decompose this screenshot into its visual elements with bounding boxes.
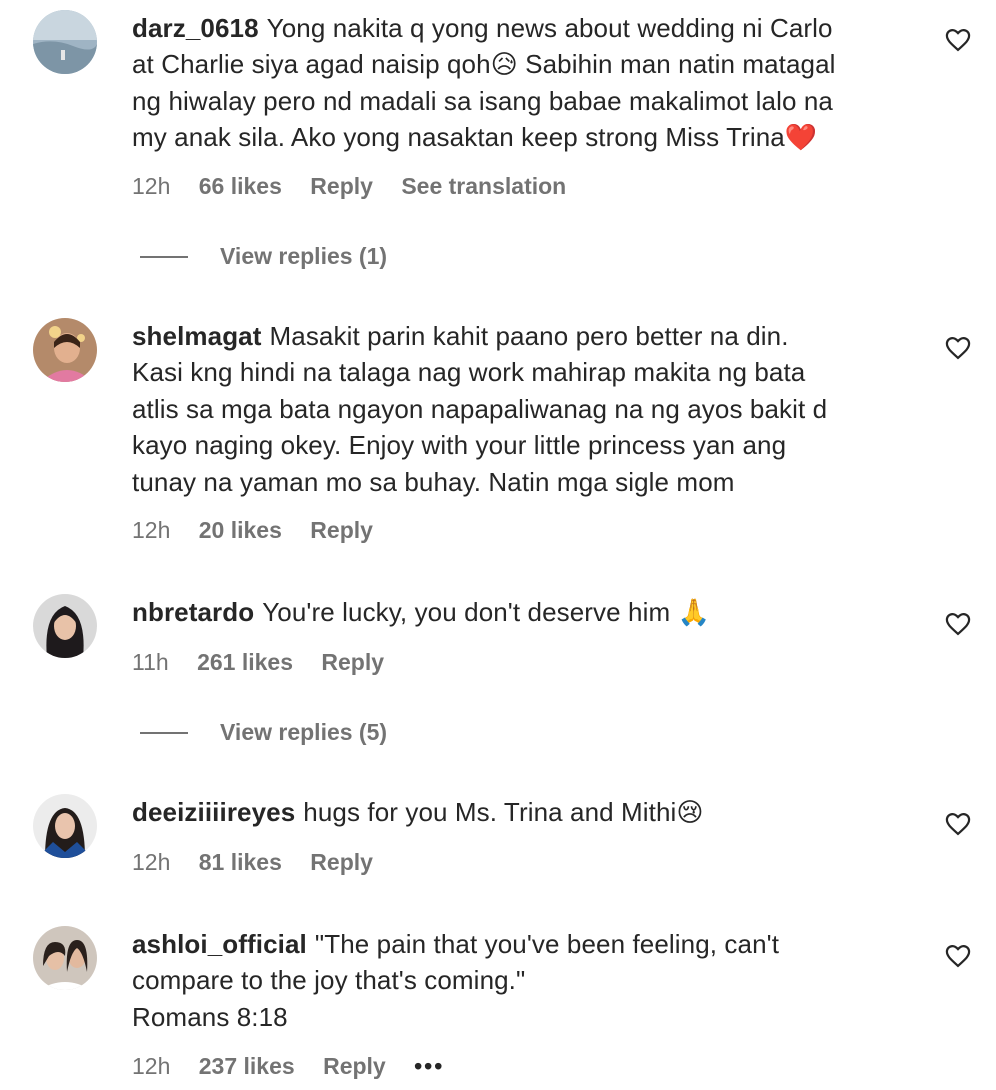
avatar[interactable] [33,926,97,990]
comment-time: 12h [132,517,171,543]
comment-username[interactable]: shelmagat [132,321,262,351]
avatar[interactable] [33,794,97,858]
comment-line: "The pain that you've been feeling, can'… [314,929,780,959]
comment-line: my anak sila. Ako yong nasaktan keep str… [132,122,818,153]
view-replies-label: View replies (1) [220,243,388,269]
heart-outline-icon[interactable] [944,942,972,970]
comment-meta: 12h 66 likes Reply See translation [132,171,588,201]
see-translation-button[interactable]: See translation [401,173,566,199]
comment-text: deeiziiiireyes hugs for you Ms. Trina and… [132,794,922,830]
comment-meta: 11h 261 likes Reply [132,647,406,677]
avatar[interactable] [33,594,97,658]
comment-time: 12h [132,173,171,199]
comment-line: ng hiwalay pero nd madali sa isang babae… [132,85,833,116]
reply-button[interactable]: Reply [310,849,373,875]
heart-outline-icon[interactable] [944,334,972,362]
likes-count[interactable]: 81 likes [199,849,282,875]
comment-username[interactable]: ashloi_official [132,929,307,959]
comment-line: Romans 8:18 [132,1001,288,1032]
comment-line: You're lucky, you don't deserve him 🙏 [262,597,711,627]
comment-time: 12h [132,1053,171,1079]
comment-text: nbretardo You're lucky, you don't deserve… [132,594,922,630]
comment-text: ashloi_official "The pain that you've bee… [132,926,922,1035]
avatar[interactable] [33,10,97,74]
comment-line: hugs for you Ms. Trina and Mithi😢 [303,797,704,827]
more-options-icon[interactable]: ••• [414,1053,444,1079]
reply-button[interactable]: Reply [323,1053,386,1079]
comment-text: darz_0618 Yong nakita q yong news about w… [132,10,922,156]
comment-line: atlis sa mga bata ngayon napapaliwanag n… [132,393,828,424]
comment-line: compare to the joy that's coming." [132,965,526,996]
reply-button[interactable]: Reply [321,649,384,675]
heart-outline-icon[interactable] [944,26,972,54]
reply-button[interactable]: Reply [310,173,373,199]
comment-line: Kasi kng hindi na talaga nag work mahira… [132,357,806,388]
likes-count[interactable]: 20 likes [199,517,282,543]
likes-count[interactable]: 237 likes [199,1053,295,1079]
comment-line: at Charlie siya agad naisip qoh😥 Sabihin… [132,49,836,80]
avatar[interactable] [33,318,97,382]
comment-username[interactable]: darz_0618 [132,13,259,43]
comment-username[interactable]: deeiziiiireyes [132,797,295,827]
comment-meta: 12h 81 likes Reply [132,847,395,877]
comment-meta: 12h 237 likes Reply ••• [132,1051,466,1081]
comment-text: shelmagat Masakit parin kahit paano pero … [132,318,922,500]
comment-line: tunay na yaman mo sa buhay. Natin mga si… [132,466,735,497]
likes-count[interactable]: 261 likes [197,649,293,675]
comment-line: kayo naging okey. Enjoy with your little… [132,430,787,461]
comment-line: Yong nakita q yong news about wedding ni… [266,13,833,43]
heart-outline-icon[interactable] [944,610,972,638]
comment-time: 12h [132,849,171,875]
replies-divider [140,256,188,258]
view-replies-label: View replies (5) [220,719,388,745]
comment-time: 11h [132,649,169,675]
replies-divider [140,732,188,734]
reply-button[interactable]: Reply [310,517,373,543]
comment-username[interactable]: nbretardo [132,597,254,627]
likes-count[interactable]: 66 likes [199,173,282,199]
heart-outline-icon[interactable] [944,810,972,838]
comment-meta: 12h 20 likes Reply [132,515,395,545]
comment-line: Masakit parin kahit paano pero better na… [269,321,789,351]
